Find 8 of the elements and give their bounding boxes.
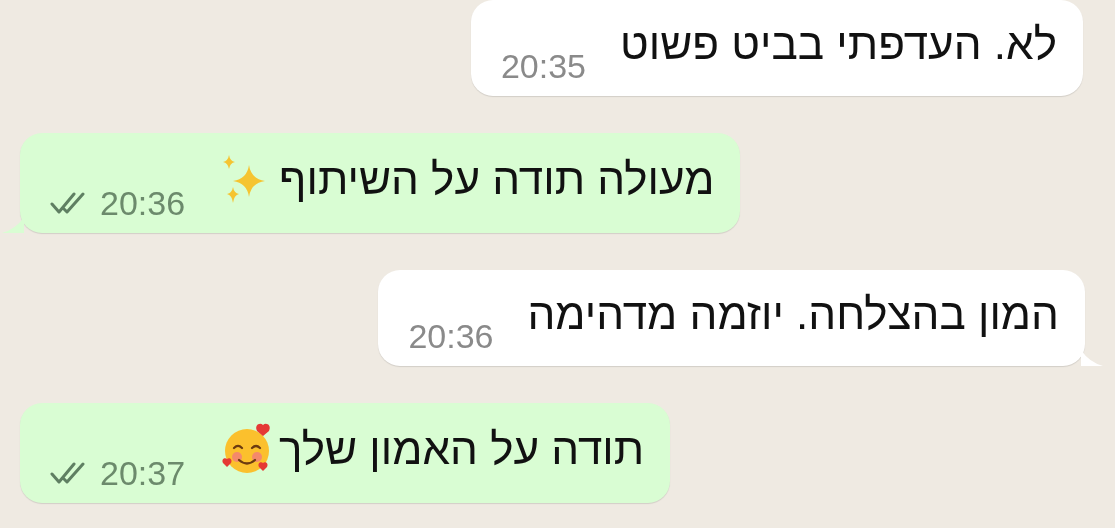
message-text: תודה על האמון שלך: [279, 423, 645, 475]
message-time: 20:35: [500, 46, 586, 86]
message-text: מעולה תודה על השיתוף: [279, 153, 715, 205]
message-time: 20:36: [100, 183, 186, 223]
message-text: לא. העדפתי בביט פשוט: [620, 18, 1057, 70]
message-time: 20:36: [408, 316, 494, 356]
message-time: 20:37: [100, 453, 186, 493]
message-text: המון בהצלחה. יוזמה מדהימה: [527, 288, 1059, 340]
